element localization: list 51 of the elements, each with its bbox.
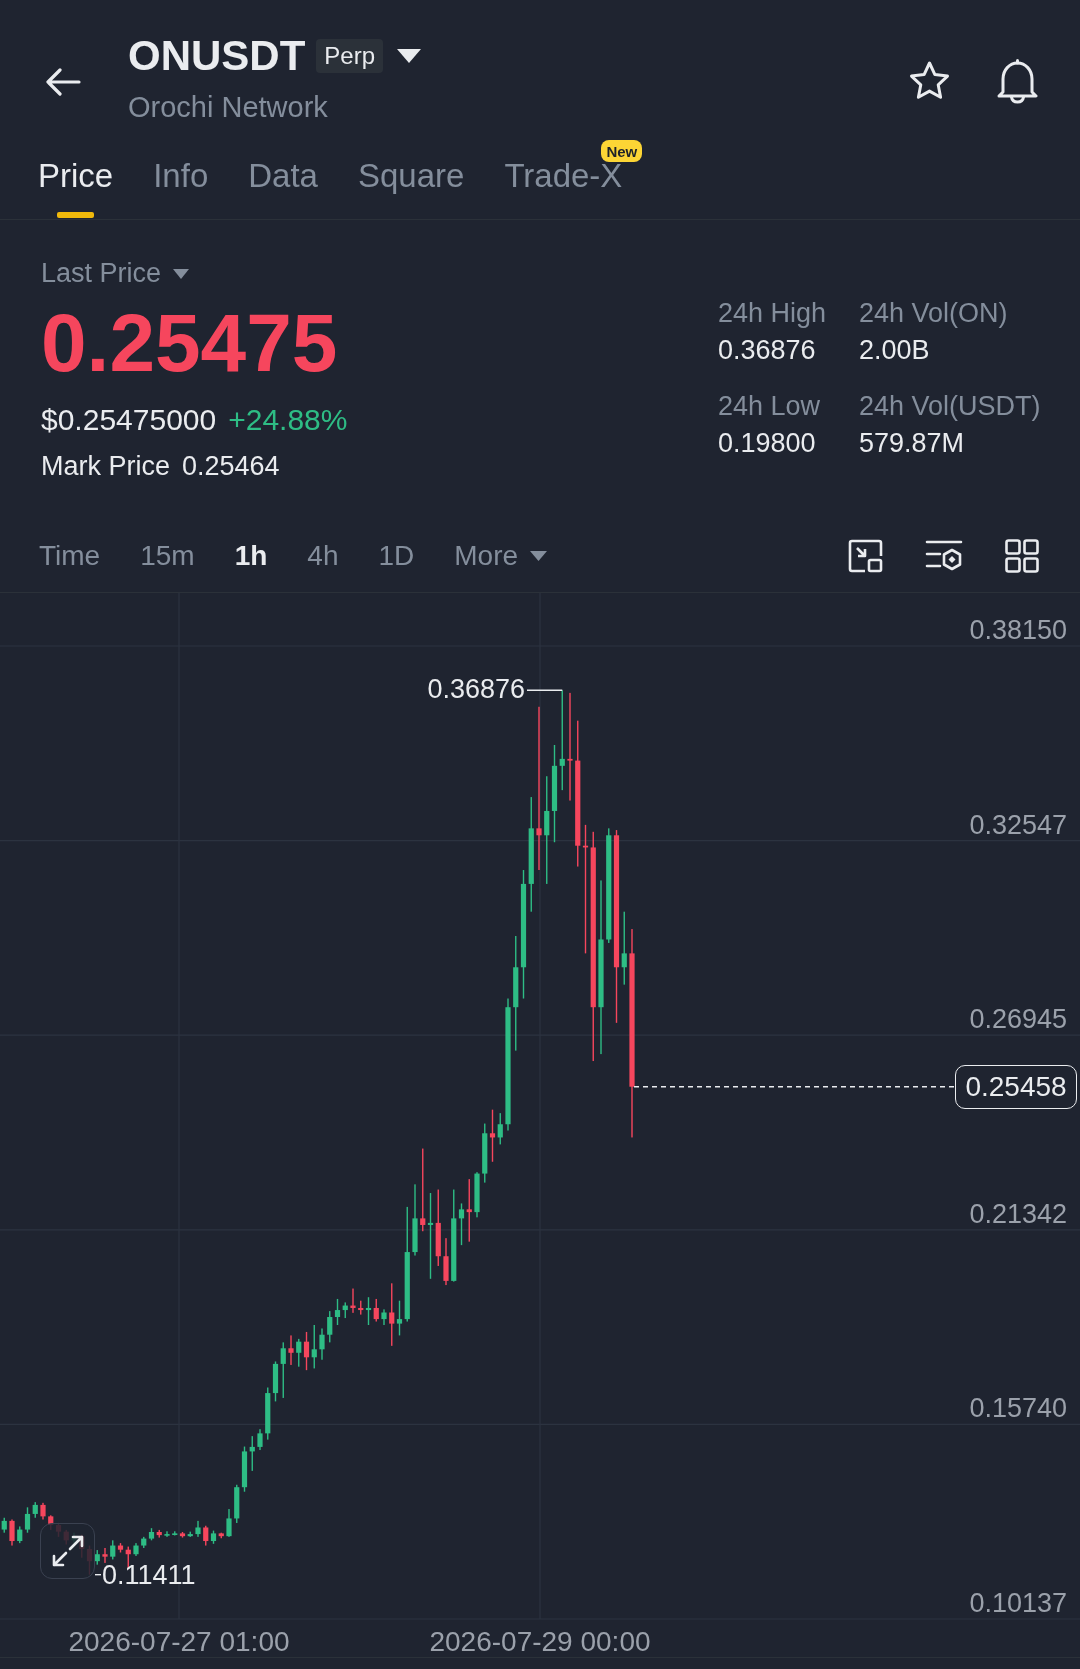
tab[interactable]: Info xyxy=(153,140,209,218)
star-icon[interactable] xyxy=(909,61,950,101)
tab[interactable]: Data xyxy=(248,140,318,218)
interval-tab[interactable]: 1D xyxy=(378,542,415,570)
grid-icon[interactable] xyxy=(1005,539,1039,573)
mark-price-label: Mark Price xyxy=(41,453,170,480)
stat-label: 24h High xyxy=(718,300,827,327)
expand-button[interactable] xyxy=(40,1523,95,1579)
price-change: +24.88% xyxy=(228,405,348,435)
price-axis-label: 0.38150 xyxy=(969,617,1067,644)
caret-down-icon xyxy=(397,49,422,63)
stat-label: 24h Vol(ON) xyxy=(859,300,1008,327)
bell-icon[interactable] xyxy=(997,58,1038,104)
interval-tab[interactable]: 1h xyxy=(234,542,268,570)
price-axis-label: 0.15740 xyxy=(969,1395,1067,1423)
expand-icon xyxy=(50,1534,85,1568)
new-badge: New xyxy=(601,140,643,162)
price-type-dropdown[interactable]: Last Price xyxy=(41,260,190,287)
corner-arrow-icon[interactable] xyxy=(848,539,883,573)
tab[interactable]: Square xyxy=(357,140,465,218)
stat-value: 2.00B xyxy=(859,337,930,364)
price-axis-label: 0.21342 xyxy=(969,1200,1067,1228)
usd-price: $0.25475000 xyxy=(41,405,217,435)
stat-value: 579.87M xyxy=(859,430,965,457)
price-axis-label: 0.26945 xyxy=(969,1006,1067,1034)
last-price: 0.25475 xyxy=(41,302,338,384)
symbol-title: ONUSDT xyxy=(128,35,306,77)
stat-value: 0.36876 xyxy=(718,337,816,364)
stat-label: 24h Low xyxy=(718,393,821,420)
mark-price-value: 0.25464 xyxy=(182,453,280,480)
interval-tab[interactable]: Time xyxy=(39,542,101,570)
interval-tab[interactable]: 15m xyxy=(140,542,195,570)
caret-down-icon xyxy=(173,268,190,279)
stat-label: 24h Vol(USDT) xyxy=(859,393,1041,420)
current-price-label: 0.25458 xyxy=(955,1064,1077,1109)
stat-value: 0.19800 xyxy=(718,430,816,457)
contract-type-badge: Perp xyxy=(316,39,384,73)
interval-tab[interactable]: More xyxy=(454,542,548,570)
lines-hexagon-icon[interactable] xyxy=(925,539,963,573)
back-arrow-icon[interactable] xyxy=(45,68,81,96)
interval-tab[interactable]: 4h xyxy=(307,542,339,570)
time-axis-label: 2026-07-29 00:00 xyxy=(429,1628,651,1656)
leader-line xyxy=(94,1574,102,1576)
price-axis-label: 0.10137 xyxy=(969,1590,1067,1617)
low-price-label: 0.11411 xyxy=(102,1561,196,1589)
high-price-label: 0.36876 xyxy=(427,676,525,704)
price-axis-label: 0.32547 xyxy=(969,811,1067,839)
coin-name: Orochi Network xyxy=(128,93,328,122)
tab[interactable]: Price xyxy=(38,140,114,218)
time-axis-label: 2026-07-27 01:00 xyxy=(68,1628,290,1656)
leader-line xyxy=(526,689,563,691)
